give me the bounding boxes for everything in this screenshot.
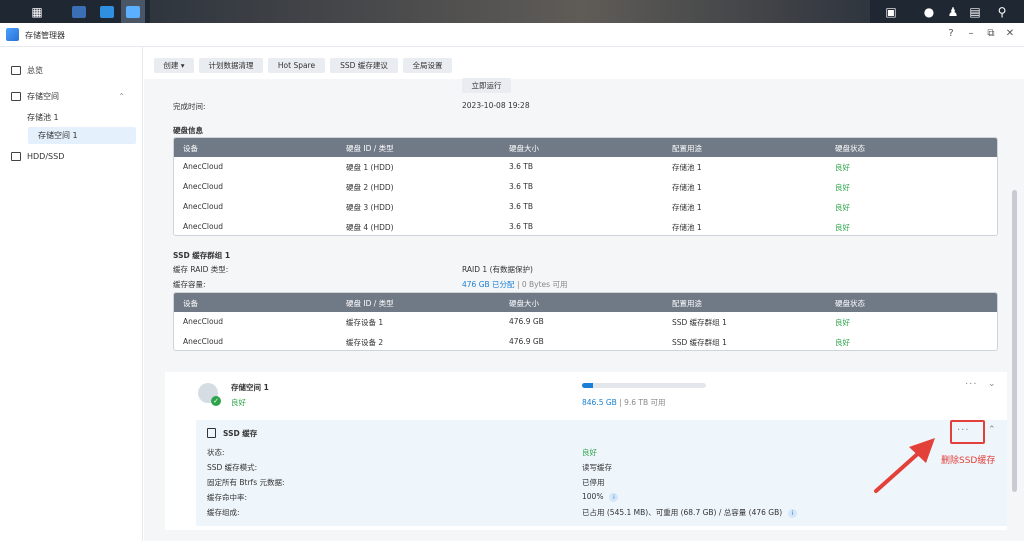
annotation-arrow xyxy=(874,438,935,493)
